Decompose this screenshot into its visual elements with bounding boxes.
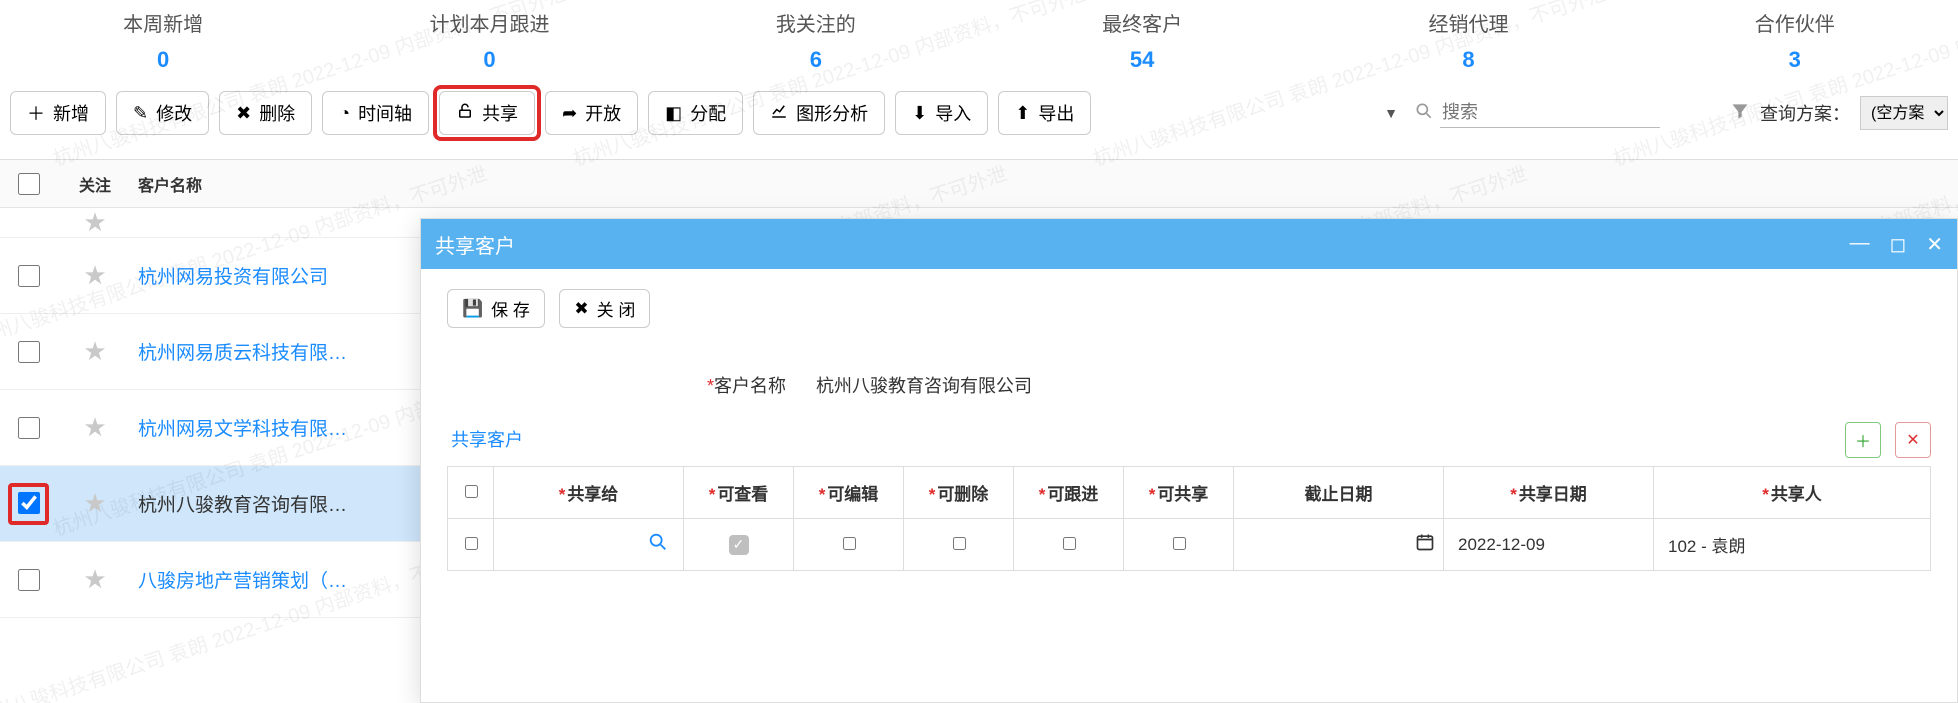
star-icon[interactable]: ★ (83, 412, 106, 442)
chart-icon (770, 102, 788, 125)
search-input[interactable] (1440, 98, 1660, 128)
row-checkbox[interactable] (18, 265, 40, 287)
customer-link[interactable]: 杭州网易文学科技有限… (138, 419, 347, 440)
x-icon: ✖ (574, 299, 588, 319)
until-date-picker[interactable] (1242, 532, 1435, 552)
modal-titlebar[interactable]: 共享客户 — ◻ ✕ (421, 219, 1957, 269)
share-arrow-icon: ➦ (562, 103, 577, 124)
share-highlight: 共享 (439, 91, 535, 135)
x-icon: ✖ (236, 103, 251, 124)
share-section-label: 共享客户 (451, 430, 523, 450)
col-attention: 关注 (56, 172, 134, 196)
close-icon[interactable]: ✕ (1926, 232, 1943, 257)
row-checkbox-highlight (14, 489, 43, 519)
chart-button[interactable]: 图形分析 (753, 91, 885, 135)
can-edit-checkbox[interactable] (843, 537, 856, 550)
minimize-icon[interactable]: — (1850, 232, 1870, 257)
customer-link[interactable]: 杭州网易质云科技有限… (138, 343, 347, 364)
star-icon[interactable]: ★ (83, 260, 106, 290)
star-icon[interactable]: ★ (83, 207, 106, 237)
filter-wrap: 查询方案： (空方案 (1730, 96, 1948, 130)
share-table-header: *共享给 *可查看 *可编辑 *可删除 *可跟进 *可共享 截止日期 *共享日期… (448, 467, 1931, 519)
toolbar: ＋新增 ✎修改 ✖删除 ◔时间轴 共享 ➦开放 ◧分配 图形分析 ⬇导入 ⬆导出… (0, 87, 1958, 160)
stat-partner[interactable]: 合作伙伴3 (1632, 8, 1958, 73)
row-checkbox[interactable] (18, 341, 40, 363)
save-button[interactable]: 💾保 存 (447, 289, 545, 328)
stats-row: 本周新增0 计划本月跟进0 我关注的6 最终客户54 经销代理8 合作伙伴3 (0, 0, 1958, 87)
maximize-icon[interactable]: ◻ (1890, 232, 1907, 257)
customer-link[interactable]: 杭州八骏教育咨询有限… (138, 495, 347, 516)
stat-following[interactable]: 我关注的6 (653, 8, 979, 73)
stat-dealer[interactable]: 经销代理8 (1305, 8, 1631, 73)
clock-icon: ◔ (339, 103, 350, 124)
col-customer-name: 客户名称 (134, 172, 1958, 196)
search-wrap (1414, 98, 1660, 128)
customer-link[interactable]: 杭州网易投资有限公司 (138, 267, 328, 288)
share-modal: 共享客户 — ◻ ✕ 💾保 存 ✖关 闭 *客户名称 杭州八骏教育咨询有限公司 … (420, 218, 1958, 703)
save-icon: 💾 (462, 299, 483, 319)
can-view-checkbox[interactable]: ✓ (729, 535, 749, 555)
pencil-icon: ✎ (133, 103, 148, 124)
lookup-share-to[interactable] (647, 538, 669, 557)
share-select-all[interactable] (465, 485, 478, 498)
share-row-checkbox[interactable] (465, 537, 478, 550)
grid-header: 关注 客户名称 (0, 160, 1958, 208)
share-by-value: 102 - 袁朗 (1654, 519, 1931, 571)
stat-final-cust[interactable]: 最终客户54 (979, 8, 1305, 73)
search-icon (1414, 101, 1434, 126)
edit-button[interactable]: ✎修改 (116, 91, 209, 135)
toolbar-more-caret[interactable]: ▼ (1384, 105, 1398, 121)
can-reshare-checkbox[interactable] (1173, 537, 1186, 550)
star-icon[interactable]: ★ (83, 336, 106, 366)
select-all-checkbox[interactable] (18, 173, 40, 195)
download-icon: ⬇ (912, 103, 927, 124)
funnel-icon (1730, 101, 1750, 126)
share-date-value: 2022-12-09 (1444, 519, 1654, 571)
can-delete-checkbox[interactable] (953, 537, 966, 550)
customer-name-row: *客户名称 杭州八骏教育咨询有限公司 (707, 372, 1931, 398)
share-table: *共享给 *可查看 *可编辑 *可删除 *可跟进 *可共享 截止日期 *共享日期… (447, 466, 1931, 571)
unlock-icon (456, 102, 474, 125)
import-button[interactable]: ⬇导入 (895, 91, 988, 135)
stat-new-week[interactable]: 本周新增0 (0, 8, 326, 73)
stat-plan-month[interactable]: 计划本月跟进0 (326, 8, 652, 73)
filter-label: 查询方案： (1760, 100, 1850, 126)
customer-name-value: 杭州八骏教育咨询有限公司 (816, 372, 1032, 398)
plus-icon: ＋ (27, 100, 45, 126)
row-checkbox[interactable] (18, 417, 40, 439)
star-icon[interactable]: ★ (83, 564, 106, 594)
share-button[interactable]: 共享 (439, 91, 535, 135)
row-checkbox[interactable] (18, 492, 40, 514)
customer-link[interactable]: 八骏房地产营销策划（… (138, 571, 347, 592)
assign-button[interactable]: ◧分配 (648, 91, 743, 135)
delete-button[interactable]: ✖删除 (219, 91, 312, 135)
can-follow-checkbox[interactable] (1063, 537, 1076, 550)
export-button[interactable]: ⬆导出 (998, 91, 1091, 135)
modal-title-text: 共享客户 (435, 230, 515, 259)
share-table-row: ✓ 2022-12-09 102 - 袁朗 (448, 519, 1931, 571)
row-checkbox[interactable] (18, 569, 40, 591)
add-button[interactable]: ＋新增 (10, 91, 106, 135)
assign-icon: ◧ (665, 103, 682, 124)
remove-share-row-button[interactable]: ✕ (1895, 422, 1931, 458)
upload-icon: ⬆ (1015, 103, 1030, 124)
open-button[interactable]: ➦开放 (545, 91, 638, 135)
add-share-row-button[interactable]: ＋ (1845, 422, 1881, 458)
modal-close-button[interactable]: ✖关 闭 (559, 289, 650, 328)
filter-select[interactable]: (空方案 (1860, 96, 1948, 130)
timeline-button[interactable]: ◔时间轴 (322, 91, 429, 135)
star-icon[interactable]: ★ (83, 488, 106, 518)
